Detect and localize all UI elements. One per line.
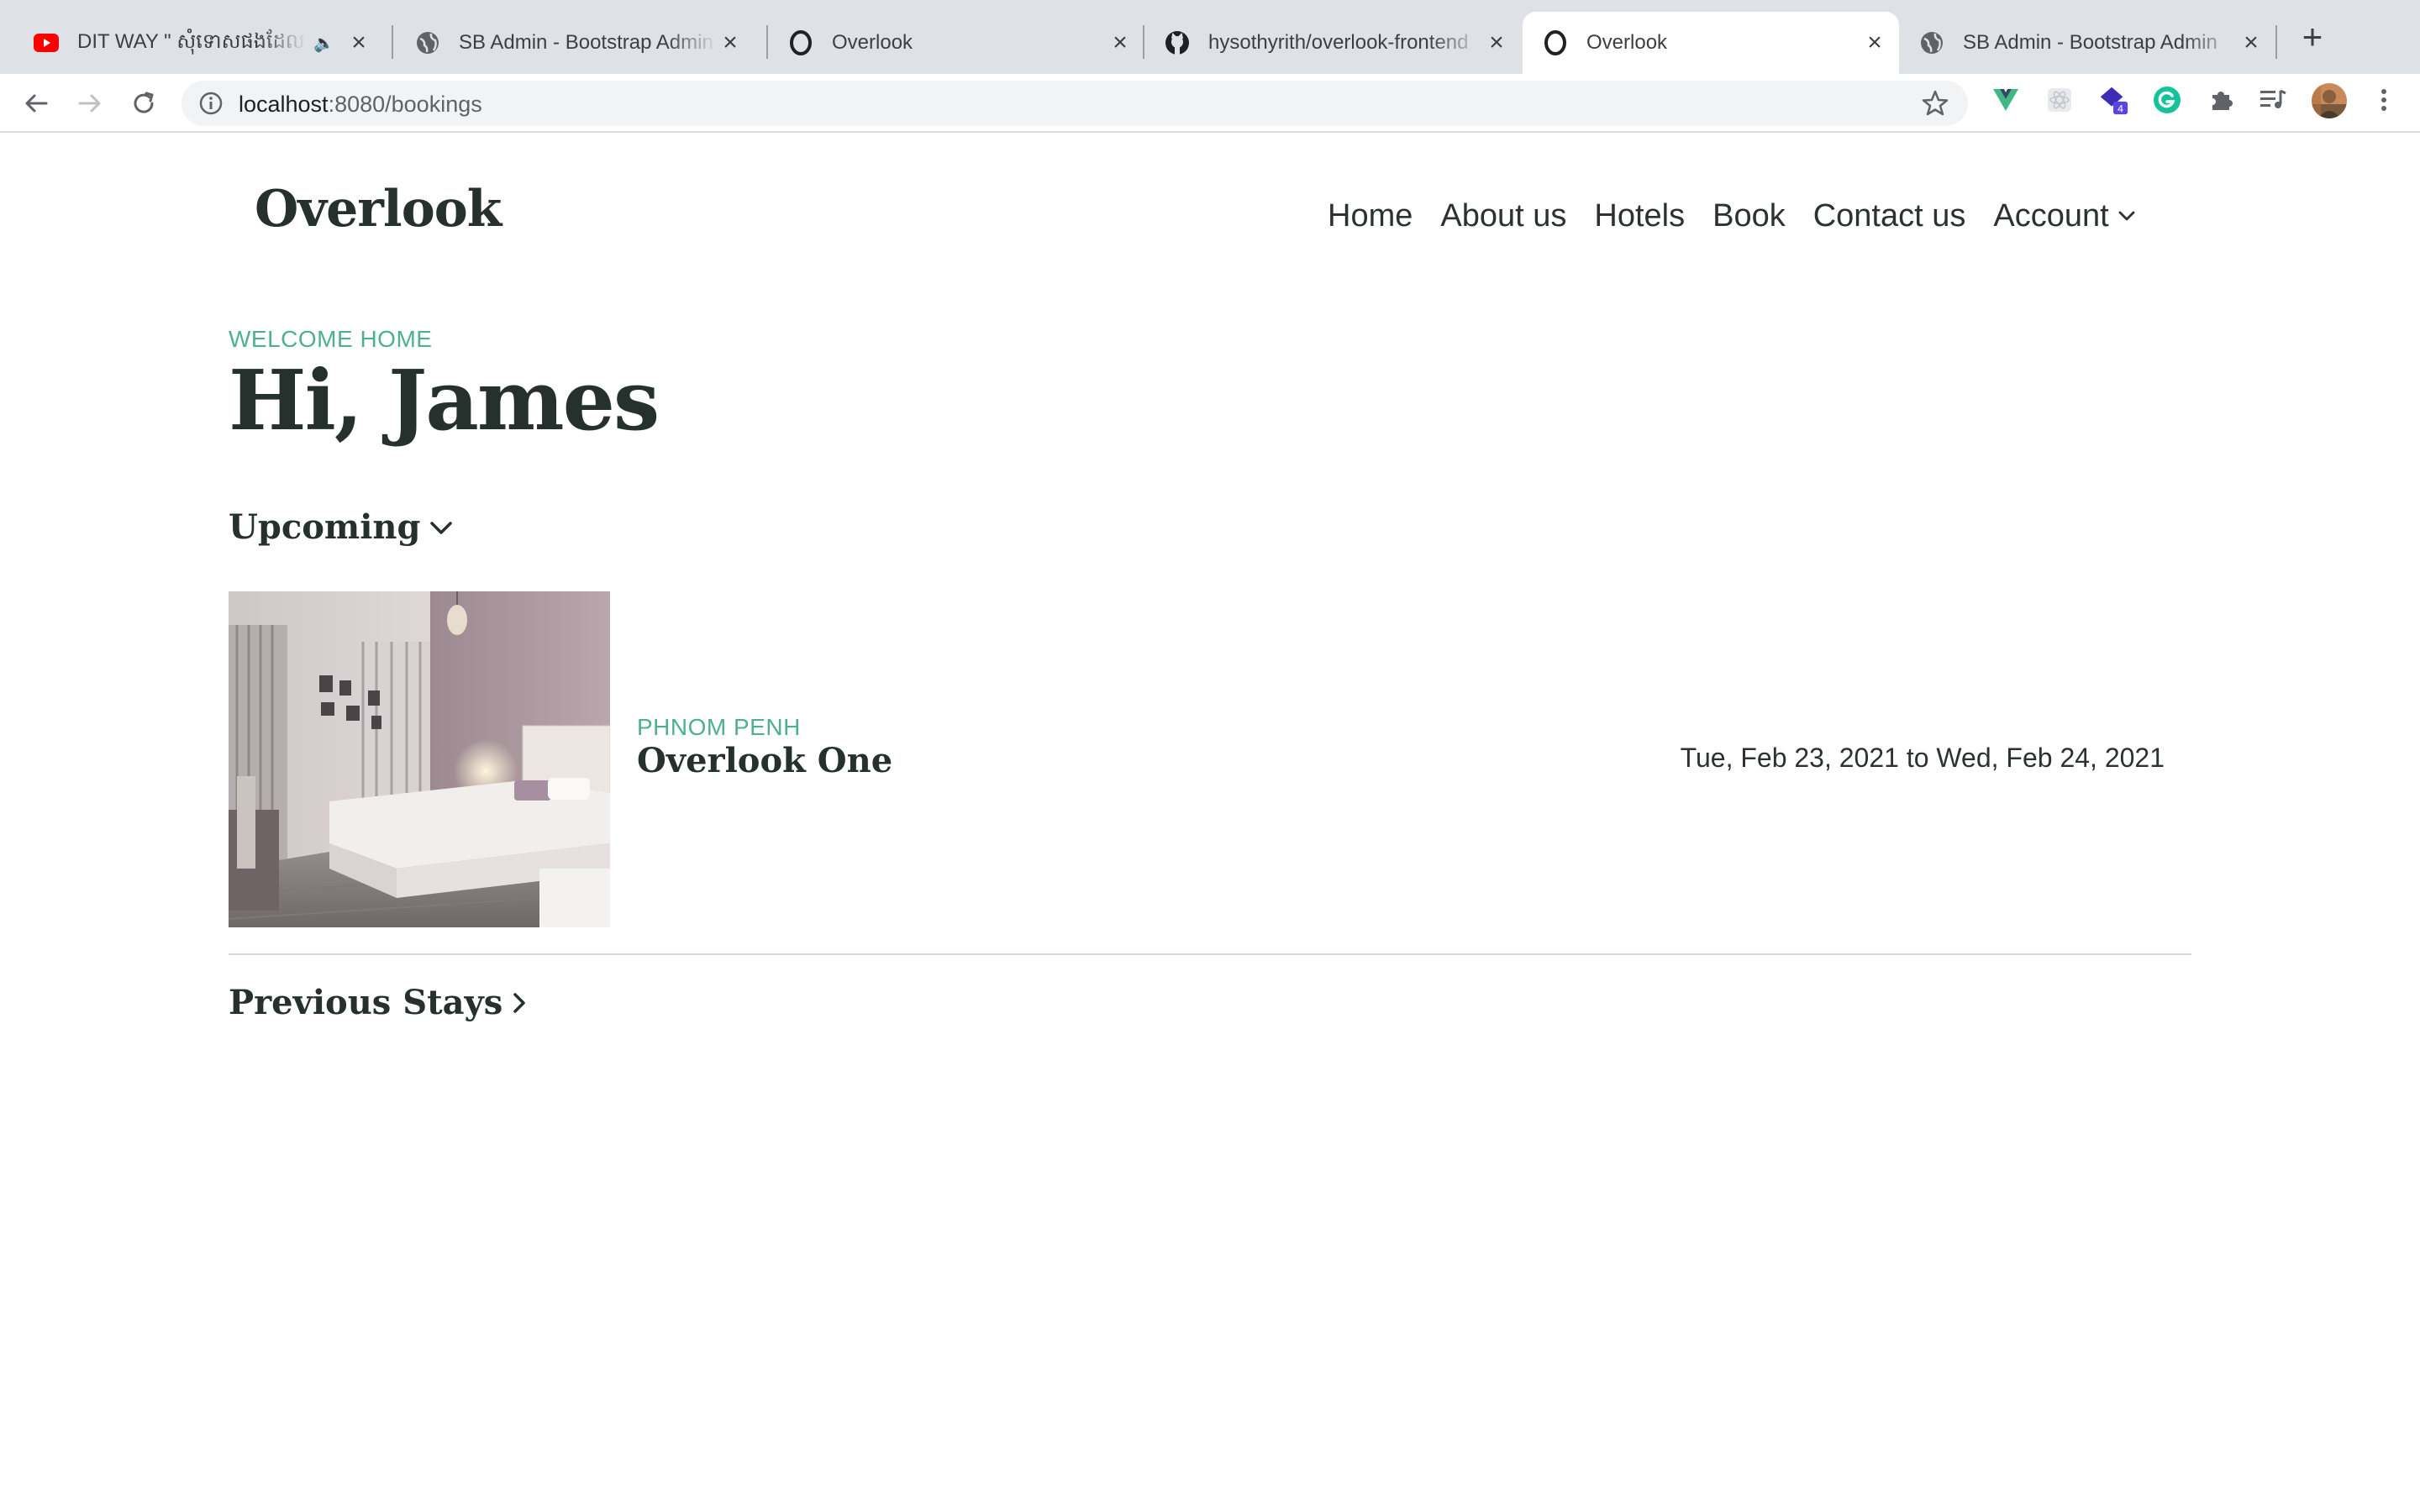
nav-about[interactable]: About us [1440,198,1566,234]
chevron-down-icon [430,521,453,534]
greeting-headline: Hi, James [229,353,660,449]
arrow-left-icon [25,94,48,113]
address-bar[interactable]: localhost:8080/bookings [182,81,1968,126]
new-tab-button[interactable]: + [2296,19,2329,55]
upcoming-heading: Upcoming [229,507,421,547]
react-devtools-icon[interactable] [2044,84,2075,116]
browser-tab[interactable]: DIT WAY " សុំទោសផងដែល 🔈 × [13,12,383,74]
close-icon[interactable]: × [1484,30,1509,55]
main-nav: Home About us Hotels Book Contact us Acc… [1328,195,2136,237]
nav-contact[interactable]: Contact us [1813,198,1966,234]
section-divider [229,953,2191,955]
svg-text:4: 4 [2118,102,2123,114]
url-text: localhost:8080/bookings [239,92,482,117]
tab-title: DIT WAY " សុំទោសផងដែល [77,29,305,53]
previous-stays-toggle[interactable]: Previous Stays [229,983,528,1022]
tab-title: Overlook [832,31,913,54]
vue-devtools-icon[interactable] [1990,84,2022,116]
profile-avatar[interactable] [2311,82,2348,119]
tab-title: hysothyrith/overlook-frontend [1208,31,1469,54]
tab-title: SB Admin - Bootstrap Admin [1963,31,2217,54]
globe-icon [1919,30,1944,55]
arrow-right-icon [78,94,101,113]
nav-account-label: Account [1993,197,2109,234]
nav-account-dropdown[interactable]: Account [1993,198,2135,234]
back-button[interactable] [17,84,55,123]
reload-button[interactable] [124,84,163,123]
booking-hotel-name[interactable]: Overlook One [637,741,892,780]
info-icon [199,92,223,115]
nav-book[interactable]: Book [1712,198,1786,234]
booking-city: PHNOM PENH [637,714,801,740]
close-icon[interactable]: × [346,30,371,55]
browser-toolbar: localhost:8080/bookings 4 [0,74,2420,133]
hotel-room-image [229,591,610,927]
overlook-o-icon [788,30,813,55]
speaker-icon[interactable]: 🔈 [313,33,334,54]
previous-stays-heading: Previous Stays [229,983,503,1022]
kebab-menu-icon[interactable] [2368,84,2400,116]
browser-tab[interactable]: SB Admin - Bootstrap Admin × [1899,12,2275,74]
booking-dates: Tue, Feb 23, 2021 to Wed, Feb 24, 2021 [1680,743,2165,773]
close-icon[interactable]: × [2238,30,2264,55]
forward-button[interactable] [71,84,109,123]
tab-separator [392,25,393,59]
booking-card[interactable]: PHNOM PENH Overlook One Tue, Feb 23, 202… [229,591,2191,927]
globe-icon [415,30,440,55]
youtube-icon [34,30,59,55]
media-queue-icon[interactable] [2257,84,2289,116]
overlook-o-icon [1543,30,1568,55]
github-icon [1165,30,1190,55]
browser-tab[interactable]: hysothyrith/overlook-frontend × [1144,12,1521,74]
browser-tab[interactable]: SB Admin - Bootstrap Admin × [395,12,755,74]
extension-badge-icon[interactable]: 4 [2097,84,2129,116]
chevron-right-icon [513,992,526,1013]
browser-tab-active[interactable]: Overlook × [1523,12,1899,74]
tab-title: SB Admin - Bootstrap Admin [459,31,713,54]
extensions-puzzle-icon[interactable] [2205,84,2237,116]
bookmark-star-icon [1922,90,1949,116]
browser-tab-strip: DIT WAY " សុំទោសផងដែល 🔈 × SB Admin - Boo… [0,0,2420,74]
close-icon[interactable]: × [1862,30,1887,55]
close-icon[interactable]: × [718,30,743,55]
chevron-down-icon [2118,211,2135,221]
reload-icon [134,92,154,113]
tab-title: Overlook [1586,31,1668,54]
nav-home[interactable]: Home [1328,198,1413,234]
site-logo[interactable]: Overlook [255,180,502,239]
browser-tab[interactable]: Overlook × [768,12,1144,74]
nav-hotels[interactable]: Hotels [1594,198,1685,234]
welcome-eyebrow: WELCOME HOME [229,326,433,352]
grammarly-icon[interactable] [2151,84,2183,116]
tab-separator [2275,25,2277,59]
upcoming-toggle[interactable]: Upcoming [229,507,454,547]
close-icon[interactable]: × [1107,30,1133,55]
